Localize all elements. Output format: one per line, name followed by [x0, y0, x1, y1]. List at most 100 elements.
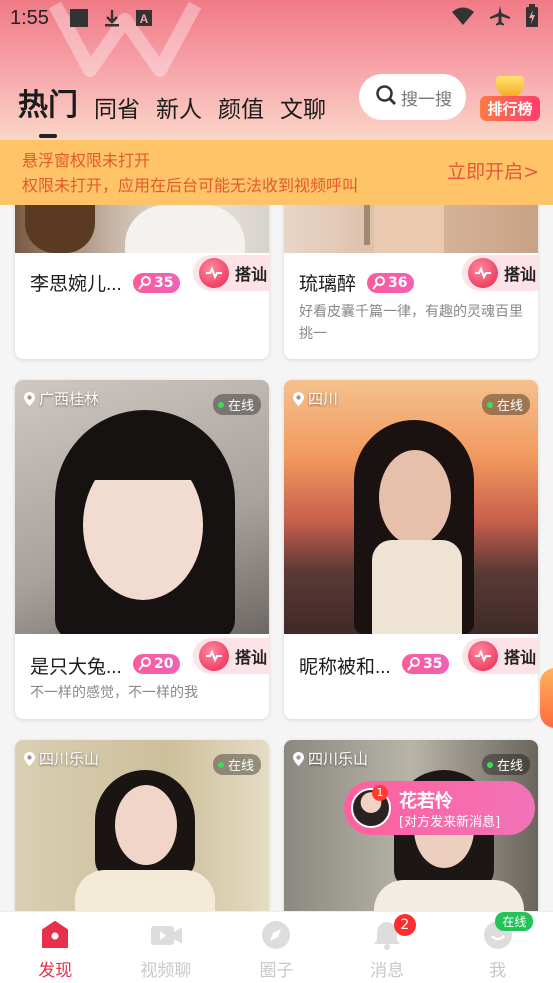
nav-label: 圈子 — [259, 961, 294, 981]
search-button[interactable]: 搜一搜 — [359, 74, 466, 120]
chat-up-button[interactable]: 搭讪 — [193, 255, 269, 291]
location-pin-icon — [293, 751, 304, 766]
online-dot — [217, 761, 224, 768]
nav-video-chat[interactable]: 视频聊 — [111, 912, 222, 983]
location-tag: 四川乐山 — [292, 748, 368, 769]
compass-icon — [260, 920, 292, 950]
online-label: 在线 — [496, 399, 523, 414]
mic-icon — [138, 276, 151, 290]
user-card[interactable]: 李思婉儿... 35 搭讪 — [15, 205, 269, 359]
online-status-tag: 在线 — [495, 912, 534, 931]
location-label: 广西桂林 — [39, 390, 100, 408]
tab-same-province[interactable]: 同省 — [94, 90, 140, 124]
category-tabs: 热门 同省 新人 颜值 文聊 — [18, 80, 326, 124]
open-permission-link[interactable]: 立即开启> — [447, 160, 539, 185]
user-photo — [284, 380, 538, 634]
location-pin-icon — [24, 751, 35, 766]
message-badge: 2 — [393, 914, 416, 936]
tab-newcomers[interactable]: 新人 — [156, 90, 202, 124]
online-status: 在线 — [212, 754, 261, 775]
user-nickname: 李思婉儿... — [30, 274, 122, 295]
battery-icon — [525, 3, 539, 33]
nav-discover[interactable]: 发现 — [0, 912, 111, 983]
user-nickname: 昵称被和... — [299, 657, 391, 678]
location-tag: 广西桂林 — [23, 388, 99, 409]
nav-label: 视频聊 — [140, 961, 192, 981]
user-photo — [15, 380, 269, 634]
mic-icon — [138, 657, 151, 671]
location-label: 四川乐山 — [308, 750, 369, 768]
tab-text-chat[interactable]: 文聊 — [280, 90, 326, 124]
sender-name: 花若怜 — [399, 791, 453, 812]
chat-up-label: 搭讪 — [235, 265, 268, 284]
mic-icon — [372, 276, 385, 290]
location-pin-icon — [293, 391, 304, 406]
chat-up-button[interactable]: 搭讪 — [462, 638, 538, 674]
top-header: 1:55 A 热门 同省 新人 颜值 文聊 搜一搜 排行榜 — [0, 0, 553, 140]
airplane-icon — [489, 5, 511, 32]
level-value: 35 — [423, 656, 443, 672]
heart-icon — [468, 258, 498, 288]
floating-side-button[interactable] — [540, 668, 553, 728]
chat-up-label: 搭讪 — [235, 648, 268, 667]
location-tag: 四川乐山 — [23, 748, 99, 769]
level-badge: 35 — [402, 654, 450, 674]
nav-messages[interactable]: 2 消息 — [332, 912, 443, 983]
level-value: 20 — [154, 656, 174, 672]
chat-up-label: 搭讪 — [504, 265, 537, 284]
level-value: 35 — [154, 275, 174, 291]
square-icon — [69, 8, 89, 28]
download-icon — [103, 8, 121, 28]
online-dot — [486, 401, 493, 408]
location-label: 四川 — [308, 390, 339, 408]
user-card[interactable]: 广西桂林 在线 是只大兔... 20 搭讪 不一样的感觉，不一样的我 — [15, 380, 269, 719]
status-bar: 1:55 A — [0, 0, 553, 36]
nav-label: 发现 — [38, 961, 73, 981]
bottom-navigation: 发现 视频聊 圈子 2 消息 在线 我 — [0, 911, 553, 983]
user-card[interactable]: 四川 在线 昵称被和... 35 搭讪 — [284, 380, 538, 719]
level-badge: 35 — [133, 273, 181, 293]
level-badge: 20 — [133, 654, 181, 674]
message-preview: [对方发来新消息] — [399, 815, 501, 830]
online-label: 在线 — [227, 759, 254, 774]
chat-up-button[interactable]: 搭讪 — [193, 638, 269, 674]
nav-me[interactable]: 在线 我 — [442, 912, 553, 983]
user-photo — [284, 205, 538, 253]
online-label: 在线 — [496, 759, 523, 774]
user-nickname: 琉璃醉 — [299, 274, 357, 295]
search-placeholder: 搜一搜 — [401, 89, 452, 110]
status-time: 1:55 — [10, 6, 49, 29]
nav-label: 消息 — [370, 961, 405, 981]
mic-icon — [407, 657, 420, 671]
user-card[interactable]: 琉璃醉 36 搭讪 好看皮囊千篇一律，有趣的灵魂百里挑一 — [284, 205, 538, 359]
tab-looks[interactable]: 颜值 — [218, 90, 264, 124]
wifi-icon — [451, 6, 475, 31]
tab-hot[interactable]: 热门 — [18, 80, 78, 124]
user-nickname: 是只大兔... — [30, 657, 122, 678]
user-bio: 不一样的感觉，不一样的我 — [30, 685, 198, 701]
discover-icon — [39, 920, 71, 950]
location-tag: 四川 — [292, 388, 338, 409]
permission-banner: 悬浮窗权限未打开 权限未打开，应用在后台可能无法收到视频呼叫 立即开启> — [0, 140, 553, 205]
online-label: 在线 — [227, 399, 254, 414]
location-label: 四川乐山 — [39, 750, 100, 768]
nav-label: 我 — [489, 961, 507, 981]
unread-count: 1 — [372, 785, 388, 801]
heart-icon — [199, 258, 229, 288]
svg-text:A: A — [140, 12, 149, 26]
search-icon — [375, 84, 397, 111]
ranking-label: 排行榜 — [480, 96, 540, 121]
online-dot — [217, 401, 224, 408]
online-status: 在线 — [212, 394, 261, 415]
new-message-notification[interactable]: 1 花若怜 [对方发来新消息] — [344, 781, 535, 835]
chat-up-label: 搭讪 — [504, 648, 537, 667]
user-bio: 好看皮囊千篇一律，有趣的灵魂百里挑一 — [299, 304, 523, 342]
nav-circle[interactable]: 圈子 — [221, 912, 332, 983]
location-pin-icon — [24, 391, 35, 406]
chat-up-button[interactable]: 搭讪 — [462, 255, 538, 291]
online-status: 在线 — [481, 754, 530, 775]
ranking-button[interactable]: 排行榜 — [480, 76, 540, 121]
user-photo — [15, 205, 269, 253]
level-badge: 36 — [367, 273, 415, 293]
user-card[interactable]: 四川乐山 在线 — [15, 740, 269, 911]
